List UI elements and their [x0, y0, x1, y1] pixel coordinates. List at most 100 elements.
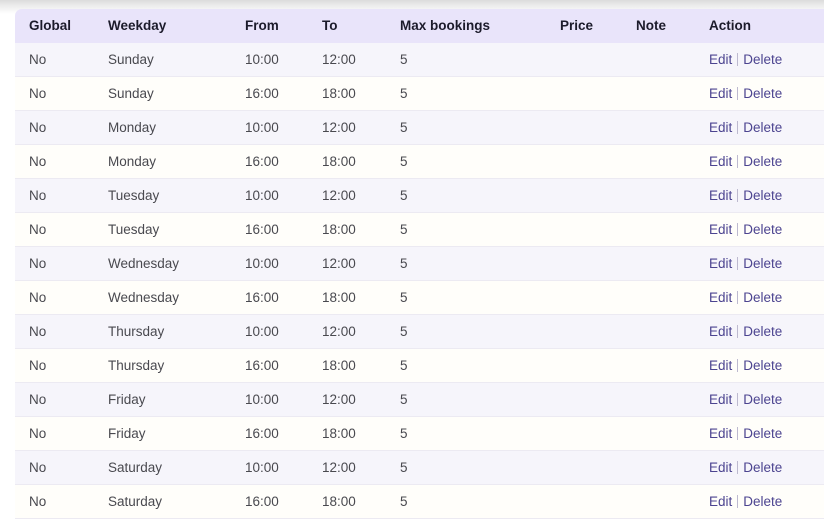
delete-link[interactable]: Delete: [743, 392, 782, 407]
edit-link[interactable]: Edit: [709, 324, 732, 339]
row-actions: Edit Delete: [709, 324, 782, 339]
delete-link[interactable]: Delete: [743, 324, 782, 339]
delete-link[interactable]: Delete: [743, 120, 782, 135]
cell-weekday: Thursday: [108, 348, 245, 383]
cell-global: No: [15, 280, 108, 315]
delete-link[interactable]: Delete: [743, 290, 782, 305]
cell-from: 16:00: [245, 280, 322, 315]
action-separator: [737, 189, 739, 202]
cell-price: [560, 348, 636, 383]
cell-price: [560, 416, 636, 451]
cell-action: Edit Delete: [709, 450, 824, 485]
table-row: No Tuesday 10:00 12:00 5 Edit Delete: [15, 178, 824, 213]
column-header-max-bookings[interactable]: Max bookings: [400, 9, 560, 43]
delete-link[interactable]: Delete: [743, 460, 782, 475]
cell-note: [636, 314, 709, 349]
cell-action: Edit Delete: [709, 144, 824, 179]
cell-action: Edit Delete: [709, 76, 824, 111]
cell-from: 16:00: [245, 212, 322, 247]
column-header-to[interactable]: To: [322, 9, 400, 43]
cell-max: 5: [400, 212, 560, 247]
cell-action: Edit Delete: [709, 43, 824, 77]
table-row: No Monday 16:00 18:00 5 Edit Delete: [15, 144, 824, 179]
row-actions: Edit Delete: [709, 392, 782, 407]
table-row: No Wednesday 16:00 18:00 5 Edit Delete: [15, 280, 824, 315]
cell-action: Edit Delete: [709, 416, 824, 451]
row-actions: Edit Delete: [709, 86, 782, 101]
cell-global: No: [15, 484, 108, 519]
cell-price: [560, 246, 636, 281]
cell-max: 5: [400, 484, 560, 519]
edit-link[interactable]: Edit: [709, 392, 732, 407]
edit-link[interactable]: Edit: [709, 222, 732, 237]
cell-price: [560, 76, 636, 111]
edit-link[interactable]: Edit: [709, 426, 732, 441]
schedule-table-container: Global Weekday From To Max bookings Pric…: [15, 9, 824, 519]
cell-action: Edit Delete: [709, 178, 824, 213]
delete-link[interactable]: Delete: [743, 52, 782, 67]
cell-weekday: Wednesday: [108, 280, 245, 315]
edit-link[interactable]: Edit: [709, 52, 732, 67]
edit-link[interactable]: Edit: [709, 188, 732, 203]
edit-link[interactable]: Edit: [709, 120, 732, 135]
cell-to: 18:00: [322, 484, 400, 519]
action-separator: [737, 155, 739, 168]
edit-link[interactable]: Edit: [709, 86, 732, 101]
cell-to: 18:00: [322, 348, 400, 383]
action-separator: [737, 257, 739, 270]
delete-link[interactable]: Delete: [743, 494, 782, 509]
cell-weekday: Thursday: [108, 314, 245, 349]
cell-note: [636, 382, 709, 417]
cell-price: [560, 484, 636, 519]
delete-link[interactable]: Delete: [743, 86, 782, 101]
cell-note: [636, 280, 709, 315]
table-row: No Tuesday 16:00 18:00 5 Edit Delete: [15, 212, 824, 247]
cell-note: [636, 484, 709, 519]
row-actions: Edit Delete: [709, 222, 782, 237]
cell-to: 12:00: [322, 450, 400, 485]
cell-price: [560, 280, 636, 315]
cell-note: [636, 212, 709, 247]
cell-to: 12:00: [322, 382, 400, 417]
cell-price: [560, 382, 636, 417]
edit-link[interactable]: Edit: [709, 154, 732, 169]
column-header-from[interactable]: From: [245, 9, 322, 43]
delete-link[interactable]: Delete: [743, 358, 782, 373]
cell-note: [636, 416, 709, 451]
column-header-note[interactable]: Note: [636, 9, 709, 43]
cell-max: 5: [400, 382, 560, 417]
row-actions: Edit Delete: [709, 52, 782, 67]
delete-link[interactable]: Delete: [743, 256, 782, 271]
table-row: No Saturday 10:00 12:00 5 Edit Delete: [15, 450, 824, 485]
cell-from: 16:00: [245, 348, 322, 383]
cell-action: Edit Delete: [709, 382, 824, 417]
table-row: No Thursday 16:00 18:00 5 Edit Delete: [15, 348, 824, 383]
delete-link[interactable]: Delete: [743, 222, 782, 237]
delete-link[interactable]: Delete: [743, 426, 782, 441]
delete-link[interactable]: Delete: [743, 154, 782, 169]
row-actions: Edit Delete: [709, 256, 782, 271]
cell-action: Edit Delete: [709, 212, 824, 247]
row-actions: Edit Delete: [709, 290, 782, 305]
cell-global: No: [15, 178, 108, 213]
cell-note: [636, 178, 709, 213]
cell-weekday: Tuesday: [108, 212, 245, 247]
column-header-price[interactable]: Price: [560, 9, 636, 43]
edit-link[interactable]: Edit: [709, 494, 732, 509]
delete-link[interactable]: Delete: [743, 188, 782, 203]
column-header-global[interactable]: Global: [15, 9, 108, 43]
edit-link[interactable]: Edit: [709, 256, 732, 271]
edit-link[interactable]: Edit: [709, 358, 732, 373]
cell-global: No: [15, 212, 108, 247]
table-row: No Sunday 10:00 12:00 5 Edit Delete: [15, 43, 824, 77]
edit-link[interactable]: Edit: [709, 460, 732, 475]
cell-max: 5: [400, 76, 560, 111]
cell-to: 12:00: [322, 314, 400, 349]
cell-max: 5: [400, 314, 560, 349]
cell-price: [560, 212, 636, 247]
column-header-weekday[interactable]: Weekday: [108, 9, 245, 43]
cell-to: 18:00: [322, 144, 400, 179]
edit-link[interactable]: Edit: [709, 290, 732, 305]
table-row: No Friday 10:00 12:00 5 Edit Delete: [15, 382, 824, 417]
column-header-action[interactable]: Action: [709, 9, 824, 43]
